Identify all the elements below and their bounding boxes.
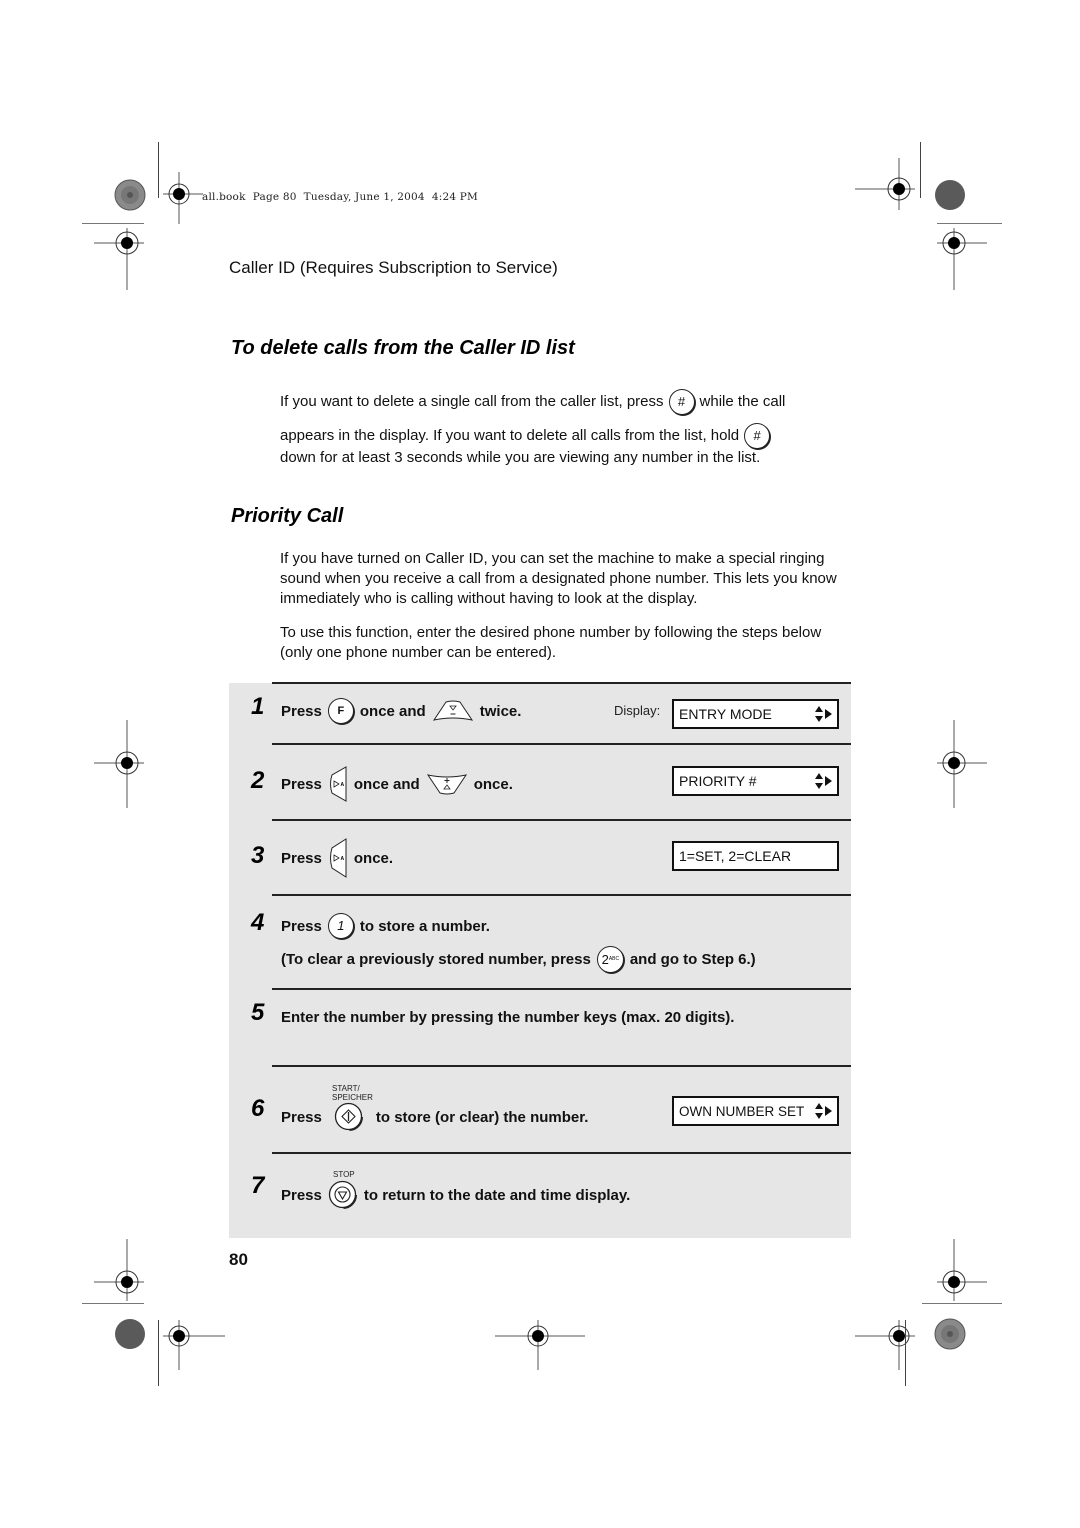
text: Press	[281, 917, 322, 935]
priority-paragraph-2: To use this function, enter the desired …	[280, 624, 822, 661]
registration-target-icon	[855, 1320, 915, 1370]
display-label: Display:	[614, 703, 661, 718]
registration-starburst-icon	[934, 179, 966, 211]
lcd-text: PRIORITY #	[679, 773, 757, 789]
registration-target-icon	[94, 1239, 144, 1301]
step-3: Press A once.	[281, 838, 393, 878]
lcd-display: OWN NUMBER SET	[672, 1096, 839, 1126]
section-title-priority-call: Priority Call	[231, 505, 344, 527]
hash-key-icon: #	[668, 389, 695, 415]
running-head: Caller ID (Requires Subscription to Serv…	[229, 258, 558, 277]
step-5: Enter the number by pressing the number …	[281, 1006, 734, 1028]
registration-target-icon	[495, 1320, 585, 1370]
step-6: Press to store (or clear) the number.	[281, 1102, 588, 1132]
text: STOP	[333, 1170, 355, 1179]
text: twice.	[479, 702, 522, 720]
text: START/	[332, 1084, 360, 1093]
priority-paragraph-1: If you have turned on Caller ID, you can…	[280, 550, 837, 607]
hash-key-icon: #	[744, 423, 771, 449]
up-down-right-arrows-icon	[815, 705, 833, 723]
step-number: 4	[251, 909, 265, 936]
registration-starburst-icon	[934, 1318, 966, 1350]
lcd-display: 1=SET, 2=CLEAR	[672, 841, 839, 871]
delete-paragraph: If you want to delete a single call from…	[280, 389, 880, 468]
up-down-right-arrows-icon	[815, 1102, 833, 1120]
text: down for at least 3 seconds while you ar…	[280, 449, 761, 466]
right-arrow-key-icon: A	[328, 838, 348, 878]
step-number: 6	[251, 1095, 265, 1122]
number-key-1-icon: 1	[327, 913, 354, 939]
text: If you want to delete a single call from…	[280, 393, 664, 410]
registration-target-icon	[855, 158, 915, 210]
text: once.	[353, 849, 394, 867]
lcd-text: OWN NUMBER SET	[679, 1104, 805, 1119]
right-arrow-key-icon: A	[328, 766, 348, 802]
text: (To clear a previously stored number, pr…	[281, 950, 591, 968]
text: once.	[473, 775, 513, 793]
lcd-text: 1=SET, 2=CLEAR	[679, 848, 792, 864]
registration-target-icon	[94, 228, 144, 290]
step-1: Press F once and twice.	[281, 697, 521, 725]
divider	[272, 1065, 851, 1067]
step-7: Press to return to the date and time dis…	[281, 1180, 630, 1210]
lcd-text: ENTRY MODE	[679, 706, 772, 722]
text: and go to Step 6.)	[629, 950, 756, 968]
lcd-display: PRIORITY #	[672, 766, 839, 796]
registration-starburst-icon	[114, 1318, 146, 1350]
lcd-display: ENTRY MODE	[672, 699, 839, 729]
registration-starburst-icon	[114, 179, 146, 211]
step-number: 5	[251, 999, 265, 1026]
key-letters: ABC	[608, 956, 620, 962]
start-key-icon	[334, 1102, 364, 1132]
step-number: 2	[251, 767, 265, 794]
start-key-label: START/ SPEICHER	[332, 1084, 373, 1102]
text: to store (or clear) the number.	[375, 1108, 589, 1126]
section-title-delete-calls: To delete calls from the Caller ID list	[231, 337, 575, 359]
function-key-icon: F	[327, 698, 354, 724]
print-slug: all.book Page 80 Tuesday, June 1, 2004 4…	[202, 191, 479, 203]
step-number: 7	[251, 1172, 265, 1199]
text: once and	[359, 702, 426, 720]
text: to store a number.	[359, 917, 490, 935]
registration-target-icon	[163, 1320, 225, 1370]
step-number: 3	[251, 842, 265, 869]
step-4-note: (To clear a previously stored number, pr…	[281, 945, 756, 973]
text: SPEICHER	[332, 1093, 373, 1102]
stop-key-icon	[328, 1180, 358, 1210]
down-arrow-key-icon	[432, 700, 474, 722]
divider	[272, 743, 851, 745]
text: to return to the date and time display.	[363, 1186, 631, 1204]
text: Press	[281, 1108, 322, 1126]
divider	[272, 819, 851, 821]
svg-text:A: A	[340, 856, 344, 862]
divider	[272, 1152, 851, 1154]
registration-target-icon	[163, 172, 203, 224]
registration-target-icon	[937, 1239, 987, 1301]
divider	[272, 894, 851, 896]
text: Press	[281, 849, 322, 867]
text: Press	[281, 1186, 322, 1204]
text: Press	[281, 775, 322, 793]
stop-key-label: STOP	[333, 1170, 355, 1179]
svg-text:A: A	[340, 782, 344, 788]
text: once and	[353, 775, 420, 793]
registration-target-icon	[94, 720, 144, 808]
registration-target-icon	[937, 228, 987, 290]
step-2: Press A once and once.	[281, 766, 513, 802]
page-number: 80	[229, 1250, 248, 1269]
number-key-2-icon: 2 ABC	[596, 945, 624, 973]
up-down-right-arrows-icon	[815, 772, 833, 790]
text: Enter the number by pressing the number …	[281, 1008, 735, 1026]
text: appears in the display. If you want to d…	[280, 427, 740, 444]
divider	[272, 682, 851, 684]
key-digit: 2	[601, 951, 609, 967]
divider	[272, 988, 851, 990]
up-arrow-key-icon	[426, 773, 468, 795]
registration-target-icon	[937, 720, 987, 808]
step-number: 1	[251, 693, 265, 720]
step-4: Press 1 to store a number.	[281, 913, 490, 939]
text: Press	[281, 702, 322, 720]
text: while the call	[699, 393, 786, 410]
